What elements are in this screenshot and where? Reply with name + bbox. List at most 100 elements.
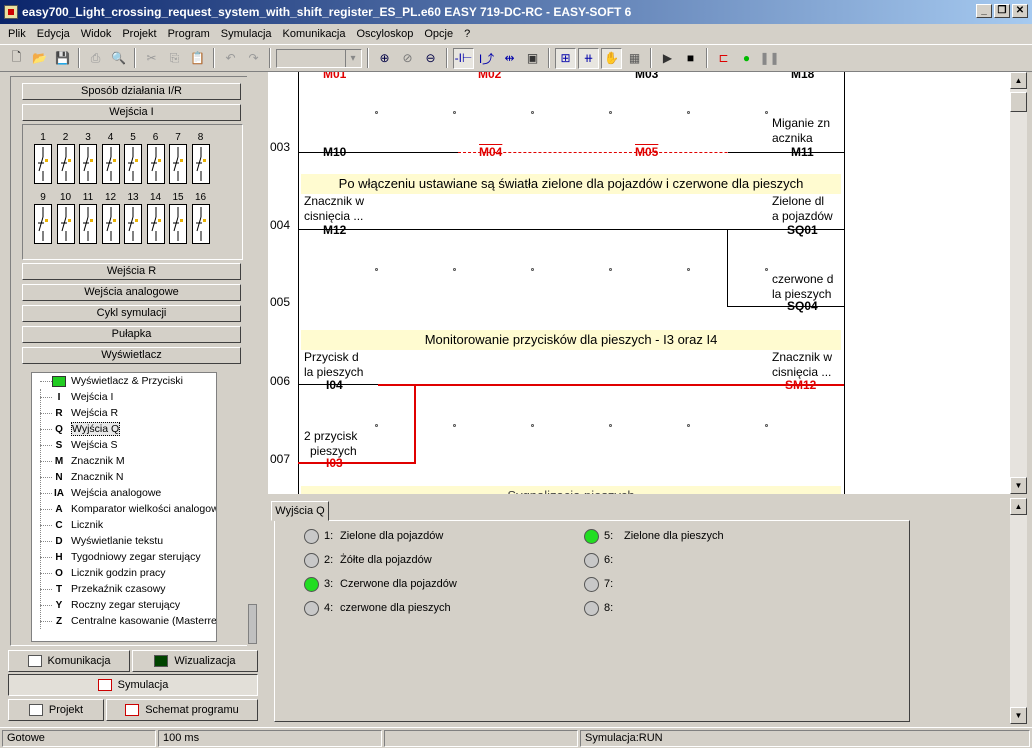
input-switch-9[interactable] [34,204,52,244]
left-scrollbar[interactable] [247,76,258,646]
contact-m12[interactable]: M12 [323,223,346,237]
tree-item-ia[interactable]: IA Wejścia analogowe [32,485,161,501]
input-switch-13[interactable] [124,204,142,244]
tab-symulacja[interactable]: Symulacja [8,674,258,696]
zoom-reset-icon[interactable]: ⊘ [397,48,418,69]
redo-icon[interactable]: ↷ [243,48,264,69]
tree-item-n[interactable]: N Znacznik N [32,469,124,485]
close-button[interactable]: ✕ [1012,4,1028,18]
contact-m01[interactable]: M01 [323,72,346,81]
scroll-down-button[interactable]: ▼ [1010,477,1027,494]
coil-m11[interactable]: M11 [791,145,814,159]
wiring-icon[interactable]: ⧺ [578,47,599,69]
run-indicator-icon[interactable]: ● [736,48,757,69]
paste-icon[interactable]: 📋 [187,48,208,69]
section-display[interactable]: Wyświetlacz [22,347,241,364]
module-icon[interactable]: ▣ [522,48,543,69]
coil-sq04[interactable]: SQ04 [787,299,818,313]
tree-item-o[interactable]: O Licznik godzin pracy [32,565,166,581]
tree-item-a[interactable]: A Komparator wielkości analogowych [32,501,216,517]
input-switch-12[interactable] [101,204,120,244]
input-switch-7[interactable] [169,144,187,184]
contact-nc-icon[interactable]: I⤴ [476,48,497,69]
section-io-mode[interactable]: Sposób działania I/R [22,83,241,100]
print-icon[interactable]: ⎙ [85,48,106,69]
contact-i04[interactable]: I04 [326,378,343,392]
tree-item-display[interactable]: Wyświetlacz & Przyciski [32,373,183,389]
open-folder-icon[interactable]: 📂 [29,48,50,69]
play-icon[interactable]: ▶ [657,48,678,69]
menu-program[interactable]: Program [168,28,210,40]
minimize-button[interactable]: _ [976,4,992,18]
copy-icon[interactable]: ⎘ [164,48,185,69]
section-sim-cycle[interactable]: Cykl symulacji [22,305,241,322]
grid-icon[interactable]: ⊞ [555,47,576,69]
table-icon[interactable]: ▦ [624,48,645,69]
tree-item-i[interactable]: I Wejścia I [32,389,113,405]
pause-icon[interactable]: ❚❚ [759,48,780,69]
input-switch-10[interactable] [56,204,75,244]
circuit-diagram[interactable]: M01 M02 M03 M18 003 M10 M04 M05 Miganie … [268,72,1010,494]
menu-edycja[interactable]: Edycja [37,28,70,40]
section-breakpoint[interactable]: Pułapka [22,326,241,343]
menu-widok[interactable]: Widok [81,28,112,40]
scroll-up-button[interactable]: ▲ [1010,72,1027,89]
stop-icon[interactable]: ■ [680,48,701,69]
menu-projekt[interactable]: Projekt [122,28,156,40]
tree-item-h[interactable]: H Tygodniowy zegar sterujący [32,549,201,565]
diagram-vertical-scrollbar[interactable]: ▲ ▼ [1010,72,1027,494]
tab-wizualizacja[interactable]: Wizualizacja [132,650,258,672]
tab-schemat-programu[interactable]: Schemat programu [106,699,258,721]
menu-help[interactable]: ? [464,28,470,40]
menu-komunikacja[interactable]: Komunikacja [283,28,346,40]
input-switch-6[interactable] [146,144,165,184]
tree-item-s[interactable]: S Wejścia S [32,437,118,453]
tab-projekt[interactable]: Projekt [8,699,104,721]
new-file-icon[interactable]: 🗋 [6,48,27,69]
outputs-scrollbar[interactable]: ▲ ▼ [1010,498,1027,724]
simulation-step-icon[interactable]: ⊏ [713,48,734,69]
input-switch-15[interactable] [169,204,187,244]
zoom-in-icon[interactable]: ⊕ [374,48,395,69]
contact-m03[interactable]: M03 [635,72,658,81]
outputs-scroll-down-button[interactable]: ▼ [1010,707,1027,724]
tab-komunikacja[interactable]: Komunikacja [8,650,130,672]
restore-button[interactable]: ❐ [994,4,1010,18]
contact-icon[interactable]: -I⊢ [453,47,474,69]
coil-m18[interactable]: M18 [791,72,814,81]
tab-wyjscia-q[interactable]: Wyjścia Q [271,501,329,521]
print-preview-icon[interactable]: 🔍 [108,48,129,69]
contact-m04-nc[interactable]: M04 [479,145,502,159]
input-switch-8[interactable] [191,144,210,184]
tree-item-m[interactable]: M Znacznik M [32,453,125,469]
outputs-scroll-up-button[interactable]: ▲ [1010,498,1027,515]
tree-item-q[interactable]: Q Wyjścia Q [32,421,121,437]
save-icon[interactable]: 💾 [52,48,73,69]
zoom-combo[interactable] [276,48,362,68]
section-analog-inputs[interactable]: Wejścia analogowe [22,284,241,301]
input-switch-16[interactable] [191,204,210,244]
input-switch-3[interactable] [79,144,97,184]
scroll-thumb[interactable] [1010,92,1027,112]
menu-symulacja[interactable]: Symulacja [221,28,272,40]
input-switch-11[interactable] [79,204,97,244]
tree-item-y[interactable]: Y Roczny zegar sterujący [32,597,180,613]
section-inputs-i[interactable]: Wejścia I [22,104,241,121]
input-switch-2[interactable] [56,144,75,184]
tree-item-d[interactable]: D Wyświetlanie tekstu [32,533,163,549]
menu-oscyloskop[interactable]: Oscyloskop [357,28,414,40]
section-inputs-r[interactable]: Wejścia R [22,263,241,280]
connection-icon[interactable]: ⇹ [499,48,520,69]
menu-plik[interactable]: Plik [8,28,26,40]
hand-tool-icon[interactable]: ✋ [601,47,622,69]
tree-item-t[interactable]: T Przekaźnik czasowy [32,581,166,597]
cut-icon[interactable]: ✂ [141,48,162,69]
contact-m10[interactable]: M10 [323,145,346,159]
zoom-out-icon[interactable]: ⊖ [420,48,441,69]
undo-icon[interactable]: ↶ [220,48,241,69]
contact-i03[interactable]: I03 [326,456,343,470]
coil-sm12[interactable]: SM12 [785,378,816,392]
input-switch-1[interactable] [34,144,52,184]
tree-item-z[interactable]: Z Centralne kasowanie (Masterreset) [32,613,216,629]
input-switch-14[interactable] [146,204,165,244]
